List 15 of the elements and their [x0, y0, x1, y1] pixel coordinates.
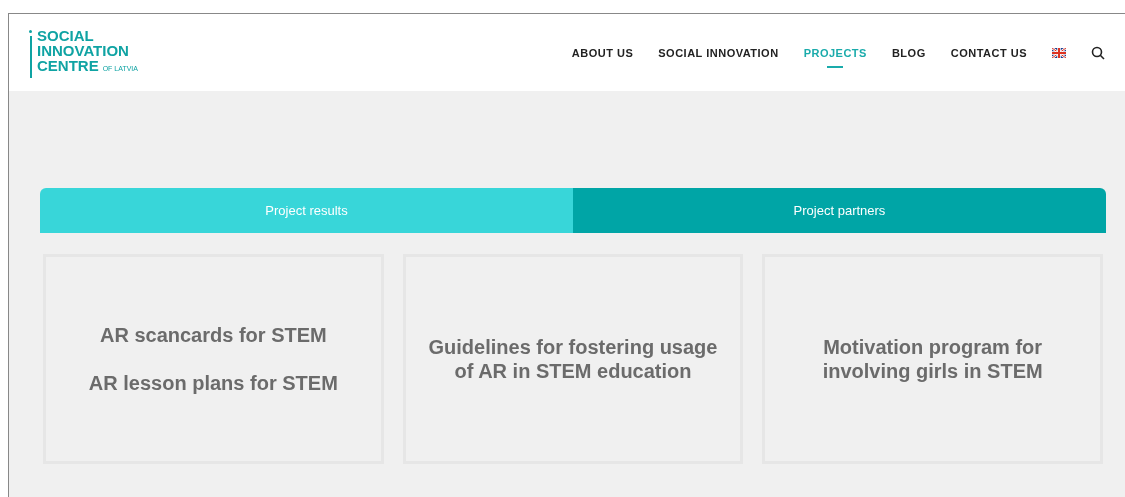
project-card[interactable]: Guidelines for fostering usage of AR in STEM education: [402, 254, 744, 464]
nav-link[interactable]: BLOG: [891, 37, 926, 68]
card-title: Guidelines for fostering usage of AR in STEM education: [427, 335, 719, 383]
card-title: AR scancards for STEM: [99, 323, 327, 347]
tab[interactable]: Project partners: [573, 188, 1106, 233]
flag-icon[interactable]: [1052, 47, 1066, 58]
project-card[interactable]: Motivation program for involving girls in STEM: [762, 254, 1103, 464]
card-title: AR lesson plans for STEM: [88, 371, 338, 395]
nav-link[interactable]: SOCIAL INNOVATION: [658, 37, 779, 68]
nav-link[interactable]: ABOUT US: [571, 37, 634, 68]
nav-link[interactable]: CONTACT US: [950, 37, 1027, 68]
project-card[interactable]: AR scancards for STEM AR lesson plans for STEM: [43, 254, 384, 464]
card-title: Motivation program for involving girls in STEM: [821, 335, 1044, 383]
search-icon[interactable]: [1091, 45, 1105, 60]
nav-link[interactable]: PROJECTS: [803, 37, 867, 68]
